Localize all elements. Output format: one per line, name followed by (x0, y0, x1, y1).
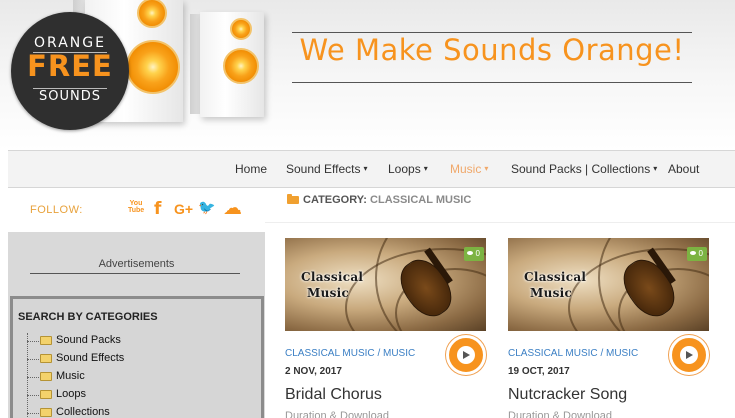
chevron-down-icon: ▾ (423, 164, 428, 173)
tree-item-label: Sound Packs (56, 334, 121, 346)
folder-icon (40, 390, 52, 399)
chevron-down-icon: ▾ (363, 164, 368, 173)
twitter-icon[interactable]: 🐦 (198, 200, 215, 216)
folder-icon (40, 354, 52, 363)
nav-item-label: About (668, 162, 700, 176)
folder-icon (40, 336, 52, 345)
categories-title: SEARCH BY CATEGORIES (18, 311, 158, 323)
site-header: ORANGE FREE SOUNDS We Make Sounds Orange… (0, 0, 735, 150)
tree-branch (27, 395, 39, 396)
post-title[interactable]: Bridal Chorus (285, 386, 382, 404)
category-link[interactable]: CLASSICAL MUSIC (508, 348, 598, 359)
category-heading: CATEGORY: CLASSICAL MUSIC (303, 194, 471, 206)
post-thumbnail[interactable]: Classical Music 0 (285, 238, 486, 331)
logo-text-free: FREE (27, 49, 113, 83)
post-date: 2 NOV, 2017 (285, 366, 342, 377)
play-icon (457, 346, 475, 364)
advertisements-label: Advertisements (98, 258, 175, 270)
eye-icon (466, 251, 473, 255)
category-prefix: CATEGORY: (303, 194, 367, 206)
post-card: Classical Music 0 CLASSICAL MUSIC / MUSI… (508, 238, 709, 418)
thumb-text-1: Classical (301, 270, 364, 284)
tree-branch (27, 413, 39, 414)
chevron-down-icon: ▾ (484, 164, 489, 173)
content-divider (265, 222, 735, 223)
post-card: Classical Music 0 CLASSICAL MUSIC / MUSI… (285, 238, 486, 418)
tree-item-label: Collections (56, 406, 110, 418)
folder-icon (40, 372, 52, 381)
nav-item-label: Home (235, 162, 268, 176)
google-plus-icon[interactable]: G+ (174, 201, 193, 217)
chevron-down-icon: ▾ (653, 164, 658, 173)
post-categories: CLASSICAL MUSIC / MUSIC (508, 348, 638, 359)
main-nav: Home Sound Effects ▾ Loops ▾ Music ▾ Sound … (8, 150, 735, 188)
advertisements-rule (30, 273, 240, 274)
post-categories: CLASSICAL MUSIC / MUSIC (285, 348, 415, 359)
nav-item-sound-packs[interactable]: Sound Packs | Collections ▾ (511, 162, 657, 176)
views-badge: 0 (463, 247, 484, 261)
category-link[interactable]: CLASSICAL MUSIC (285, 348, 375, 359)
post-thumbnail[interactable]: Classical Music 0 (508, 238, 709, 331)
play-button[interactable] (669, 335, 709, 375)
category-link[interactable]: MUSIC (606, 348, 638, 359)
views-count: 0 (475, 249, 480, 258)
categories-widget: SEARCH BY CATEGORIES Sound Packs Sound E… (10, 296, 264, 418)
nav-item-label: Loops (388, 162, 421, 176)
nav-item-label: Sound Packs | Collections (511, 162, 651, 176)
slogan-rule-bottom (292, 82, 692, 83)
tree-branch (27, 377, 39, 378)
tree-item-label: Music (56, 370, 85, 382)
soundcloud-icon[interactable]: ☁ (223, 197, 242, 219)
youtube-icon[interactable]: You Tube (128, 200, 144, 214)
category-separator: / (377, 348, 381, 359)
post-date: 19 OCT, 2017 (508, 366, 570, 377)
sidebar: Advertisements SEARCH BY CATEGORIES Soun… (8, 232, 265, 418)
nav-item-label: Sound Effects (286, 162, 361, 176)
eye-icon (689, 251, 696, 255)
folder-icon (40, 408, 52, 417)
folder-icon (287, 194, 299, 204)
thumb-text-2: Music (307, 286, 350, 300)
post-subtitle: Duration & Download (508, 410, 612, 418)
speaker-right-woofer (223, 48, 259, 84)
nav-item-home[interactable]: Home (235, 162, 267, 176)
thumb-text-2: Music (530, 286, 573, 300)
youtube-icon-text: You Tube (128, 200, 145, 214)
site-slogan: We Make Sounds Orange! (299, 33, 685, 67)
category-name: CLASSICAL MUSIC (370, 194, 472, 206)
category-link[interactable]: MUSIC (383, 348, 415, 359)
post-title[interactable]: Nutcracker Song (508, 386, 627, 404)
play-icon (680, 346, 698, 364)
logo-text-sounds: SOUNDS (39, 89, 101, 104)
play-button[interactable] (446, 335, 486, 375)
speaker-right-tweeter (230, 18, 252, 40)
nav-item-music[interactable]: Music ▾ (450, 162, 488, 176)
nav-item-label: Music (450, 162, 482, 176)
tree-item-label: Sound Effects (56, 352, 125, 364)
tree-trunk (27, 333, 28, 418)
speaker-left-woofer (126, 40, 180, 94)
site-logo[interactable]: ORANGE FREE SOUNDS (11, 12, 129, 130)
follow-bar: FOLLOW: You Tube f G+ 🐦 ☁ (8, 188, 264, 232)
post-subtitle: Duration & Download (285, 410, 389, 418)
nav-item-sound-effects[interactable]: Sound Effects ▾ (286, 162, 368, 176)
tree-item-label: Loops (56, 388, 86, 400)
views-badge: 0 (686, 247, 707, 261)
views-count: 0 (698, 249, 703, 258)
category-separator: / (600, 348, 604, 359)
thumb-text-1: Classical (524, 270, 587, 284)
follow-label: FOLLOW: (30, 204, 83, 216)
tree-branch (27, 341, 39, 342)
facebook-icon[interactable]: f (154, 199, 161, 219)
nav-item-loops[interactable]: Loops ▾ (388, 162, 428, 176)
nav-item-about[interactable]: About (668, 162, 699, 176)
tree-branch (27, 359, 39, 360)
